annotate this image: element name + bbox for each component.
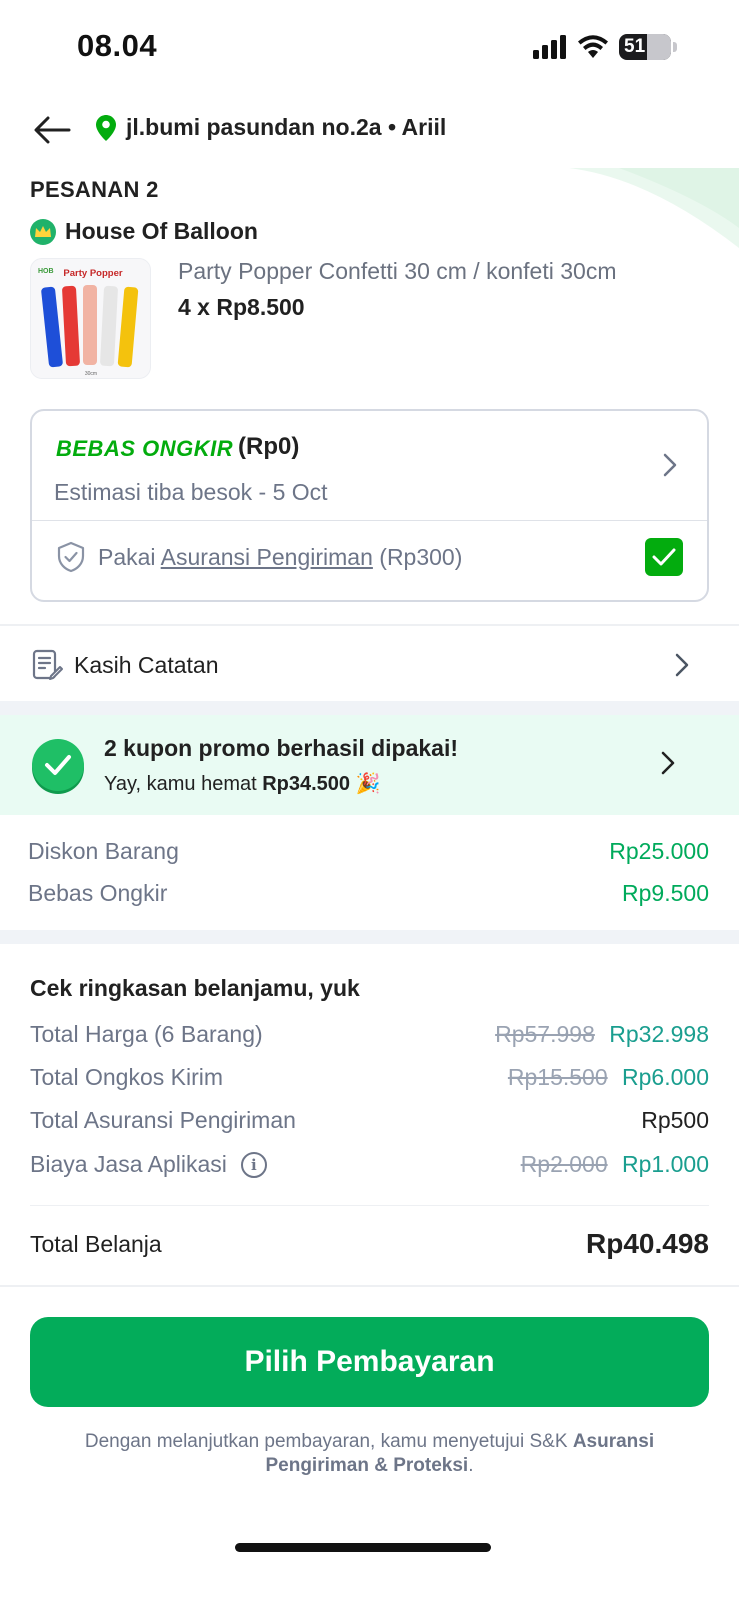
- shipping-card: BEBAS ONGKIR (Rp0) Estimasi tiba besok -…: [30, 409, 709, 602]
- summary-title: Cek ringkasan belanjamu, yuk: [30, 975, 360, 1001]
- discount-label: Bebas Ongkir: [28, 880, 168, 906]
- promo-subtitle: Yay, kamu hemat Rp34.500 🎉: [104, 771, 381, 796]
- summary-row: Total Harga (6 Barang) Rp57.998 Rp32.998: [30, 1021, 709, 1048]
- promo-saving-amount: Rp34.500: [262, 773, 351, 795]
- disclaimer-text: Dengan melanjutkan pembayaran, kamu meny…: [84, 1431, 568, 1452]
- note-edit-icon: [32, 649, 63, 680]
- product-image[interactable]: HOB Party Popper 30cm: [30, 258, 151, 379]
- shipping-estimate: Estimasi tiba besok - 5 Oct: [54, 479, 328, 505]
- divider: [0, 624, 739, 626]
- shield-check-icon: [57, 541, 85, 573]
- promo-banner[interactable]: 2 kupon promo berhasil dipakai! Yay, kam…: [0, 715, 739, 815]
- checkmark-icon: [652, 548, 676, 566]
- status-time: 08.04: [77, 28, 158, 63]
- total-row: Total Belanja Rp40.498: [30, 1228, 709, 1260]
- signal-icon: [533, 35, 566, 59]
- leaf-decoration: [569, 168, 739, 248]
- insurance-prefix: Pakai: [98, 543, 156, 570]
- battery-icon: 51: [619, 34, 671, 60]
- total-value: Rp40.498: [586, 1228, 709, 1259]
- order-title: PESANAN 2: [30, 177, 159, 202]
- chevron-right-icon: [675, 653, 689, 677]
- insurance-row: Pakai Asuransi Pengiriman (Rp300): [56, 541, 462, 573]
- battery-level: 51: [624, 36, 646, 57]
- discount-value: Rp25.000: [609, 838, 709, 864]
- summary-label: Biaya Jasa Aplikasi: [30, 1151, 227, 1177]
- summary-value: Rp500: [641, 1107, 709, 1133]
- product-name[interactable]: Party Popper Confetti 30 cm / konfeti 30…: [178, 258, 616, 285]
- summary-value: Rp32.998: [609, 1021, 709, 1047]
- home-indicator[interactable]: [235, 1543, 491, 1552]
- address-selector[interactable]: jl.bumi pasundan no.2a • Ariil: [96, 114, 446, 141]
- chevron-right-icon: [661, 751, 675, 775]
- insurance-checkbox[interactable]: [645, 538, 683, 576]
- product-image-label: Party Popper: [63, 268, 122, 279]
- promo-check-icon: [32, 739, 84, 791]
- insurance-price: (Rp300): [379, 543, 463, 570]
- notes-label: Kasih Catatan: [74, 651, 219, 678]
- summary-original-price: Rp57.998: [495, 1021, 595, 1047]
- notes-button[interactable]: Kasih Catatan: [30, 645, 709, 685]
- product-qty-price: 4 x Rp8.500: [178, 294, 305, 320]
- promo-subtitle-prefix: Yay, kamu hemat: [104, 773, 257, 795]
- total-label: Total Belanja: [30, 1230, 162, 1257]
- shipping-price: (Rp0): [238, 433, 300, 460]
- choose-payment-button[interactable]: Pilih Pembayaran: [30, 1317, 709, 1407]
- disclaimer-end: .: [468, 1455, 474, 1476]
- summary-label: Total Harga (6 Barang): [30, 1021, 263, 1047]
- bebas-ongkir-logo: BEBAS ONGKIR: [56, 436, 234, 461]
- summary-original-price: Rp15.500: [507, 1064, 608, 1090]
- product-image-size: 30cm: [85, 371, 97, 377]
- wifi-icon: [578, 35, 608, 58]
- terms-disclaimer: Dengan melanjutkan pembayaran, kamu meny…: [40, 1430, 699, 1478]
- location-pin-icon: [96, 114, 116, 141]
- arrow-left-icon: [34, 116, 71, 144]
- status-icons: 51: [533, 34, 677, 60]
- address-text: jl.bumi pasundan no.2a • Ariil: [126, 114, 447, 140]
- crown-icon: [30, 218, 56, 245]
- party-popper-icon: 🎉: [355, 773, 381, 795]
- discount-row: Diskon Barang Rp25.000: [28, 838, 709, 865]
- summary-row: Biaya Jasa Aplikasi i Rp2.000 Rp1.000: [30, 1151, 709, 1178]
- shipping-chevron-right-icon[interactable]: [663, 453, 677, 482]
- divider: [0, 1285, 739, 1287]
- divider: [30, 1205, 709, 1206]
- shop-name-row[interactable]: House Of Balloon: [30, 218, 258, 245]
- discount-label: Diskon Barang: [28, 838, 179, 864]
- discount-row: Bebas Ongkir Rp9.500: [28, 880, 709, 907]
- promo-title: 2 kupon promo berhasil dipakai!: [104, 735, 459, 761]
- divider: [32, 520, 707, 521]
- summary-row: Total Ongkos Kirim Rp15.500 Rp6.000: [30, 1064, 709, 1091]
- summary-original-price: Rp2.000: [520, 1151, 608, 1177]
- insurance-link[interactable]: Asuransi Pengiriman: [161, 544, 373, 570]
- discount-value: Rp9.500: [622, 880, 709, 906]
- product-image-brand: HOB: [38, 268, 54, 275]
- section-separator: [0, 701, 739, 715]
- summary-value: Rp6.000: [622, 1064, 709, 1090]
- info-icon[interactable]: i: [240, 1151, 267, 1178]
- shop-name: House Of Balloon: [65, 218, 258, 244]
- summary-row: Total Asuransi Pengiriman Rp500: [30, 1107, 709, 1134]
- summary-value: Rp1.000: [622, 1151, 709, 1177]
- summary-label: Total Ongkos Kirim: [30, 1064, 224, 1090]
- section-separator: [0, 930, 739, 944]
- back-button[interactable]: [32, 110, 72, 150]
- summary-label: Total Asuransi Pengiriman: [30, 1107, 296, 1133]
